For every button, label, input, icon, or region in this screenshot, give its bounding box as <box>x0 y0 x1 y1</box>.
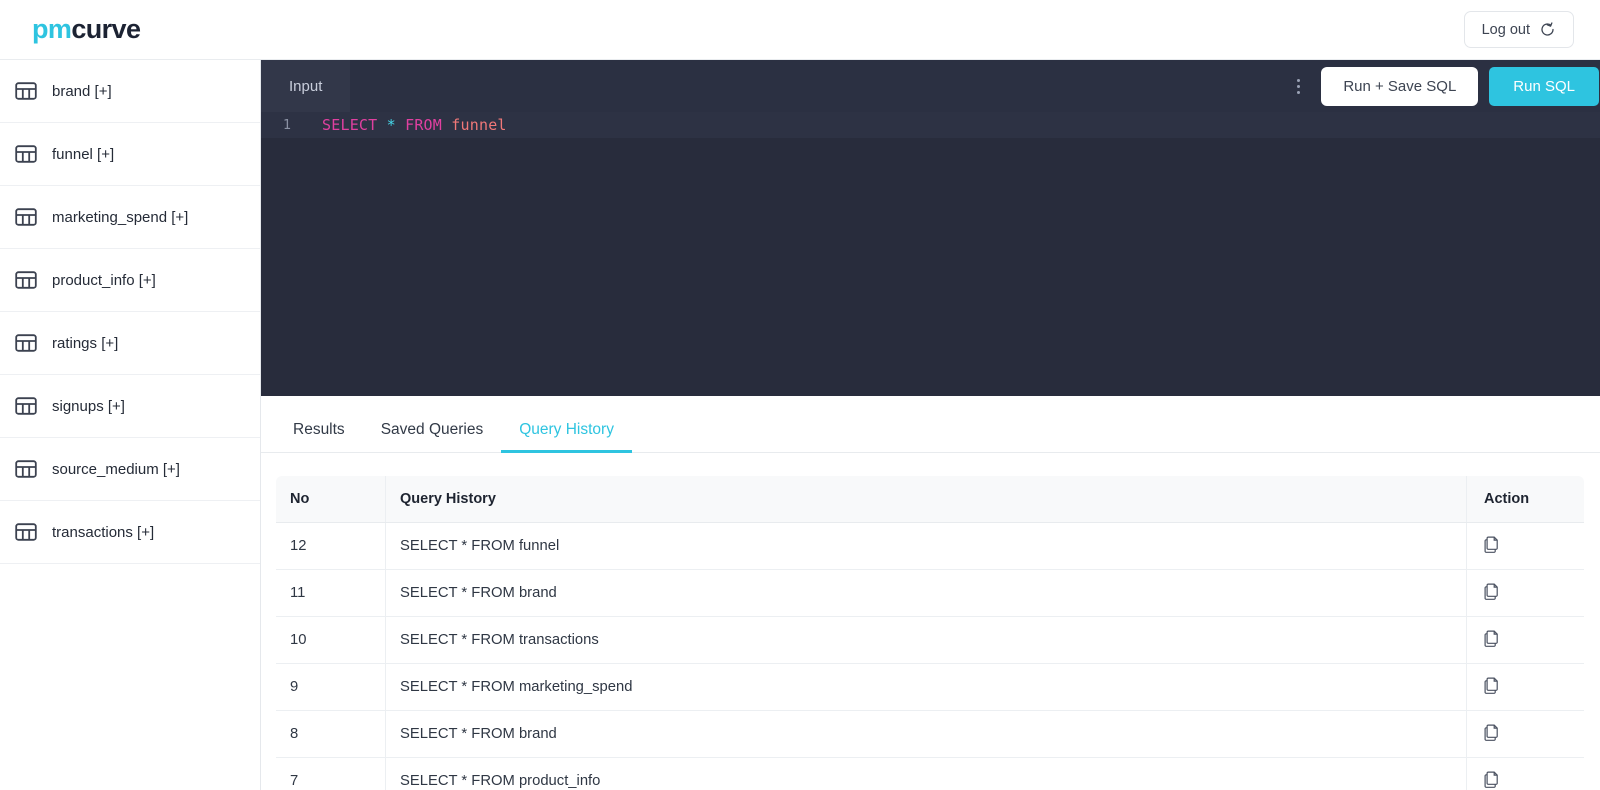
cell-no: 7 <box>276 757 386 790</box>
sidebar-item-label: signups [+] <box>52 397 125 415</box>
kebab-menu-icon[interactable] <box>1283 78 1313 94</box>
sidebar-table-list: brand [+] funnel [+] marketing_spend [+] pr… <box>0 60 261 790</box>
sql-table-name: funnel <box>451 116 507 134</box>
cell-query: SELECT * FROM funnel <box>385 522 1467 570</box>
table-icon <box>14 79 38 103</box>
table-body: 12 SELECT * FROM funnel 11 SELECT * FROM br… <box>276 522 1585 790</box>
sql-keyword-from: FROM <box>405 116 443 134</box>
cell-no: 8 <box>276 710 386 758</box>
sidebar-item-funnel[interactable]: funnel [+] <box>0 123 260 186</box>
table-icon <box>14 520 38 544</box>
cell-query: SELECT * FROM marketing_spend <box>385 663 1467 711</box>
sidebar-items-host: brand [+] funnel [+] marketing_spend [+] pr… <box>0 60 260 564</box>
copy-icon[interactable] <box>1484 536 1499 556</box>
sql-keyword-select: SELECT <box>322 116 378 134</box>
sql-editor: Input Run + Save SQL Run SQL 1 SELECT * … <box>261 60 1600 396</box>
line-number: 1 <box>282 117 291 133</box>
app-root: pmcurve Log out brand [+] funnel [+] marke… <box>0 0 1600 790</box>
cell-no: 12 <box>276 522 386 570</box>
table-row: 7 SELECT * FROM product_info <box>276 757 1585 790</box>
sql-text: SELECT * FROM funnel <box>299 116 507 134</box>
sql-star: * <box>386 116 396 134</box>
logout-button-label: Log out <box>1481 21 1530 38</box>
editor-toolbar: Input Run + Save SQL Run SQL <box>261 60 1600 112</box>
sidebar-item-label: product_info [+] <box>52 271 156 289</box>
cell-action <box>1466 710 1584 758</box>
copy-icon[interactable] <box>1484 677 1499 697</box>
code-area[interactable]: 1 SELECT * FROM funnel <box>261 112 1600 396</box>
main-panel: Input Run + Save SQL Run SQL 1 SELECT * … <box>261 60 1600 790</box>
sidebar-item-label: brand [+] <box>52 82 112 100</box>
cell-action <box>1466 569 1584 617</box>
cell-no: 9 <box>276 663 386 711</box>
cell-query: SELECT * FROM brand <box>385 710 1467 758</box>
logout-circle-arrow-icon <box>1539 21 1556 38</box>
run-and-save-sql-button[interactable]: Run + Save SQL <box>1321 66 1479 106</box>
body-split: brand [+] funnel [+] marketing_spend [+] pr… <box>0 60 1600 790</box>
copy-icon[interactable] <box>1484 724 1499 744</box>
table-row: 11 SELECT * FROM brand <box>276 569 1584 617</box>
sidebar-item-marketing_spend[interactable]: marketing_spend [+] <box>0 186 260 249</box>
cell-query: SELECT * FROM transactions <box>385 616 1467 664</box>
run-sql-button[interactable]: Run SQL <box>1489 66 1599 106</box>
query-history-table-zone: No Query History Action 12 SELECT * FROM … <box>261 453 1600 790</box>
cell-query: SELECT * FROM product_info <box>385 757 1467 790</box>
sidebar-item-signups[interactable]: signups [+] <box>0 375 260 438</box>
logo-suffix: curve <box>71 14 141 44</box>
cell-action <box>1467 758 1585 790</box>
cell-no: 11 <box>276 569 386 617</box>
copy-icon[interactable] <box>1484 583 1499 603</box>
table-head: No Query History Action <box>276 476 1584 523</box>
sidebar-item-brand[interactable]: brand [+] <box>0 60 260 123</box>
sidebar-item-label: ratings [+] <box>52 334 119 352</box>
top-bar: pmcurve Log out <box>0 0 1600 60</box>
sidebar-item-label: funnel [+] <box>52 145 115 163</box>
table-icon <box>14 457 38 481</box>
query-history-table: No Query History Action 12 SELECT * FROM … <box>275 475 1585 790</box>
editor-actions: Run + Save SQL Run SQL <box>1283 66 1599 106</box>
table-row: 12 SELECT * FROM funnel <box>276 522 1584 570</box>
copy-icon[interactable] <box>1484 771 1499 790</box>
result-tabs-host: Results Saved Queries Query History <box>275 421 632 454</box>
table-icon <box>14 142 38 166</box>
sidebar-item-label: source_medium [+] <box>52 460 180 478</box>
sidebar-item-product_info[interactable]: product_info [+] <box>0 249 260 312</box>
cell-action <box>1466 522 1584 570</box>
table-icon <box>14 268 38 292</box>
table-icon <box>14 205 38 229</box>
sidebar-item-label: marketing_spend [+] <box>52 208 189 226</box>
sidebar-item-transactions[interactable]: transactions [+] <box>0 501 260 564</box>
tab-saved-queries[interactable]: Saved Queries <box>363 421 502 454</box>
column-header-query-history: Query History <box>385 476 1467 523</box>
app-logo[interactable]: pmcurve <box>32 14 141 44</box>
logo-prefix: pm <box>32 14 72 44</box>
tab-input[interactable]: Input <box>261 60 351 112</box>
sidebar-item-ratings[interactable]: ratings [+] <box>0 312 260 375</box>
table-header-row: No Query History Action <box>276 476 1584 523</box>
copy-icon[interactable] <box>1484 630 1499 650</box>
cell-no: 10 <box>276 616 386 664</box>
code-line-1[interactable]: 1 SELECT * FROM funnel <box>261 112 1600 138</box>
table-row: 9 SELECT * FROM marketing_spend <box>276 663 1584 711</box>
cell-action <box>1466 616 1584 664</box>
tab-query-history[interactable]: Query History <box>501 421 632 453</box>
logout-button[interactable]: Log out <box>1463 11 1574 48</box>
table-icon <box>14 331 38 355</box>
cell-query: SELECT * FROM brand <box>385 569 1467 617</box>
column-header-no: No <box>276 476 386 523</box>
cell-action <box>1466 663 1584 711</box>
sidebar-item-label: transactions [+] <box>52 523 155 541</box>
table-row: 10 SELECT * FROM transactions <box>276 616 1584 664</box>
column-header-action: Action <box>1466 476 1584 523</box>
tab-results[interactable]: Results <box>275 421 363 454</box>
result-tabs: Results Saved Queries Query History <box>261 396 1600 453</box>
table-row: 8 SELECT * FROM brand <box>276 710 1584 758</box>
sidebar-item-source_medium[interactable]: source_medium [+] <box>0 438 260 501</box>
table-icon <box>14 394 38 418</box>
